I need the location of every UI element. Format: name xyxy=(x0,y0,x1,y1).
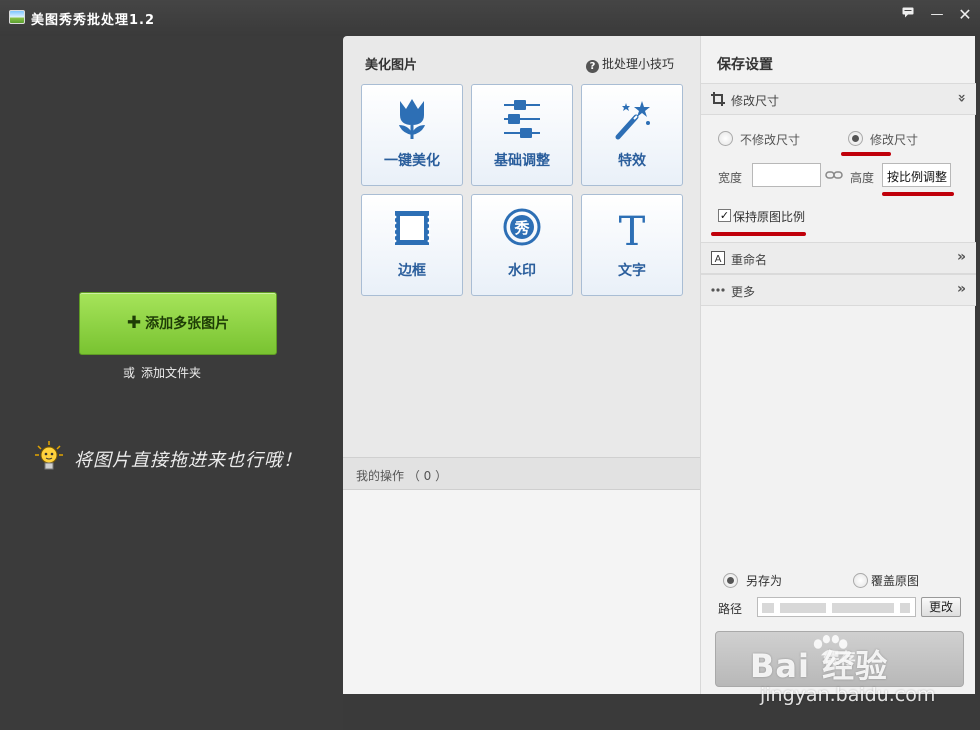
speech-bubble-icon xyxy=(902,7,914,18)
feedback-button[interactable] xyxy=(897,6,919,24)
tips-link[interactable]: ? 批处理小技巧 xyxy=(585,55,674,73)
width-input[interactable] xyxy=(752,163,821,187)
rename-icon: A xyxy=(711,251,725,265)
resize-radio[interactable] xyxy=(848,131,863,146)
minimize-button[interactable]: — xyxy=(926,6,948,24)
more-section-label: 更多 xyxy=(731,285,756,299)
rename-section-header[interactable]: A 重命名 » xyxy=(701,242,976,274)
magic-wand-icon xyxy=(615,101,650,140)
tool-one-click-beautify[interactable]: 一键美化 xyxy=(361,84,463,186)
window-title: 美图秀秀批处理1.2 xyxy=(31,13,156,28)
tool-label: 特效 xyxy=(618,153,646,169)
no-resize-label: 不修改尺寸 xyxy=(740,133,801,147)
help-icon: ? xyxy=(585,60,599,73)
tool-frame[interactable]: 边框 xyxy=(361,194,463,296)
text-icon: T xyxy=(619,209,646,251)
chevron-right-icon: » xyxy=(956,281,966,297)
tool-effects[interactable]: 特效 xyxy=(581,84,683,186)
tool-text[interactable]: T 文字 xyxy=(581,194,683,296)
more-section-header[interactable]: 更多 » xyxy=(701,274,976,306)
watermark-url: jingyan.baidu.com xyxy=(760,684,936,706)
tips-label: 批处理小技巧 xyxy=(601,57,674,71)
chevron-down-icon: » xyxy=(953,93,970,103)
add-folder-link[interactable]: 添加文件夹 xyxy=(141,366,201,380)
stamp-icon: 秀 xyxy=(503,208,541,246)
no-resize-radio[interactable] xyxy=(718,131,733,146)
crop-icon xyxy=(711,92,725,106)
my-operations-bar: 我的操作 （ 0 ） xyxy=(343,457,700,490)
chevron-right-icon: » xyxy=(956,249,966,265)
height-label: 高度 xyxy=(850,171,875,185)
tool-basic-adjust[interactable]: 基础调整 xyxy=(471,84,573,186)
sliders-icon xyxy=(504,100,540,138)
drag-hint-text: 将图片直接拖进来也行哦！ xyxy=(74,450,302,471)
save-settings-panel: 保存设置 修改尺寸 » 不修改尺寸 修改尺寸 宽度 高度 按比例调整 ✓ 保持原… xyxy=(700,36,976,694)
path-input[interactable] xyxy=(757,597,916,617)
plus-icon: ✚ xyxy=(126,313,142,333)
resize-label: 修改尺寸 xyxy=(870,133,919,147)
add-images-label: 添加多张图片 xyxy=(145,316,230,332)
annotation-underline xyxy=(711,232,806,236)
overwrite-label: 覆盖原图 xyxy=(871,574,920,588)
beautify-panel: 美化图片 ? 批处理小技巧 一键美化 基础调整 特效 边框 秀 水印 T 文字 … xyxy=(343,36,700,694)
frame-icon xyxy=(393,211,431,245)
more-dots-icon xyxy=(711,288,725,292)
keep-ratio-checkbox[interactable]: ✓ xyxy=(718,209,731,222)
watermark-brand: Bai 经验 xyxy=(750,647,889,685)
lightbulb-icon xyxy=(35,441,63,470)
save-as-radio[interactable] xyxy=(723,573,738,588)
svg-text:A: A xyxy=(715,254,722,265)
tulip-icon xyxy=(399,99,425,139)
beautify-header: 美化图片 xyxy=(365,58,418,73)
or-label: 或 xyxy=(123,366,136,380)
resize-section-header[interactable]: 修改尺寸 » xyxy=(701,83,976,115)
title-bar: 美图秀秀批处理1.2 — ✕ xyxy=(0,0,980,36)
tool-label: 一键美化 xyxy=(384,153,440,169)
text-glyph: T xyxy=(619,209,646,251)
tool-label: 边框 xyxy=(398,263,426,279)
overwrite-radio[interactable] xyxy=(853,573,868,588)
drop-area[interactable]: ✚ 添加多张图片 或添加文件夹 将图片直接拖进来也行哦！ xyxy=(0,36,343,730)
add-folder-row: 或添加文件夹 xyxy=(123,364,201,381)
save-as-label: 另存为 xyxy=(746,574,783,588)
rename-section-label: 重命名 xyxy=(731,253,768,267)
width-label: 宽度 xyxy=(718,171,743,185)
tool-label: 文字 xyxy=(618,263,646,279)
add-images-button[interactable]: ✚ 添加多张图片 xyxy=(79,292,277,355)
keep-ratio-label: 保持原图比例 xyxy=(733,210,806,224)
stamp-glyph: 秀 xyxy=(513,219,530,237)
tool-label: 基础调整 xyxy=(494,153,550,169)
change-path-button[interactable]: 更改 xyxy=(921,597,961,617)
path-label: 路径 xyxy=(718,602,743,616)
my-operations-label: 我的操作 （ 0 ） xyxy=(356,469,448,483)
resize-section-label: 修改尺寸 xyxy=(731,94,780,108)
tool-label: 水印 xyxy=(508,263,536,279)
my-operations-list xyxy=(343,490,700,694)
height-input[interactable]: 按比例调整 xyxy=(882,163,951,187)
annotation-underline xyxy=(841,152,891,156)
app-icon xyxy=(9,10,25,24)
save-settings-header: 保存设置 xyxy=(717,57,773,73)
close-button[interactable]: ✕ xyxy=(954,6,976,24)
link-icon[interactable] xyxy=(825,170,843,180)
tool-watermark[interactable]: 秀 水印 xyxy=(471,194,573,296)
annotation-underline xyxy=(882,192,954,196)
